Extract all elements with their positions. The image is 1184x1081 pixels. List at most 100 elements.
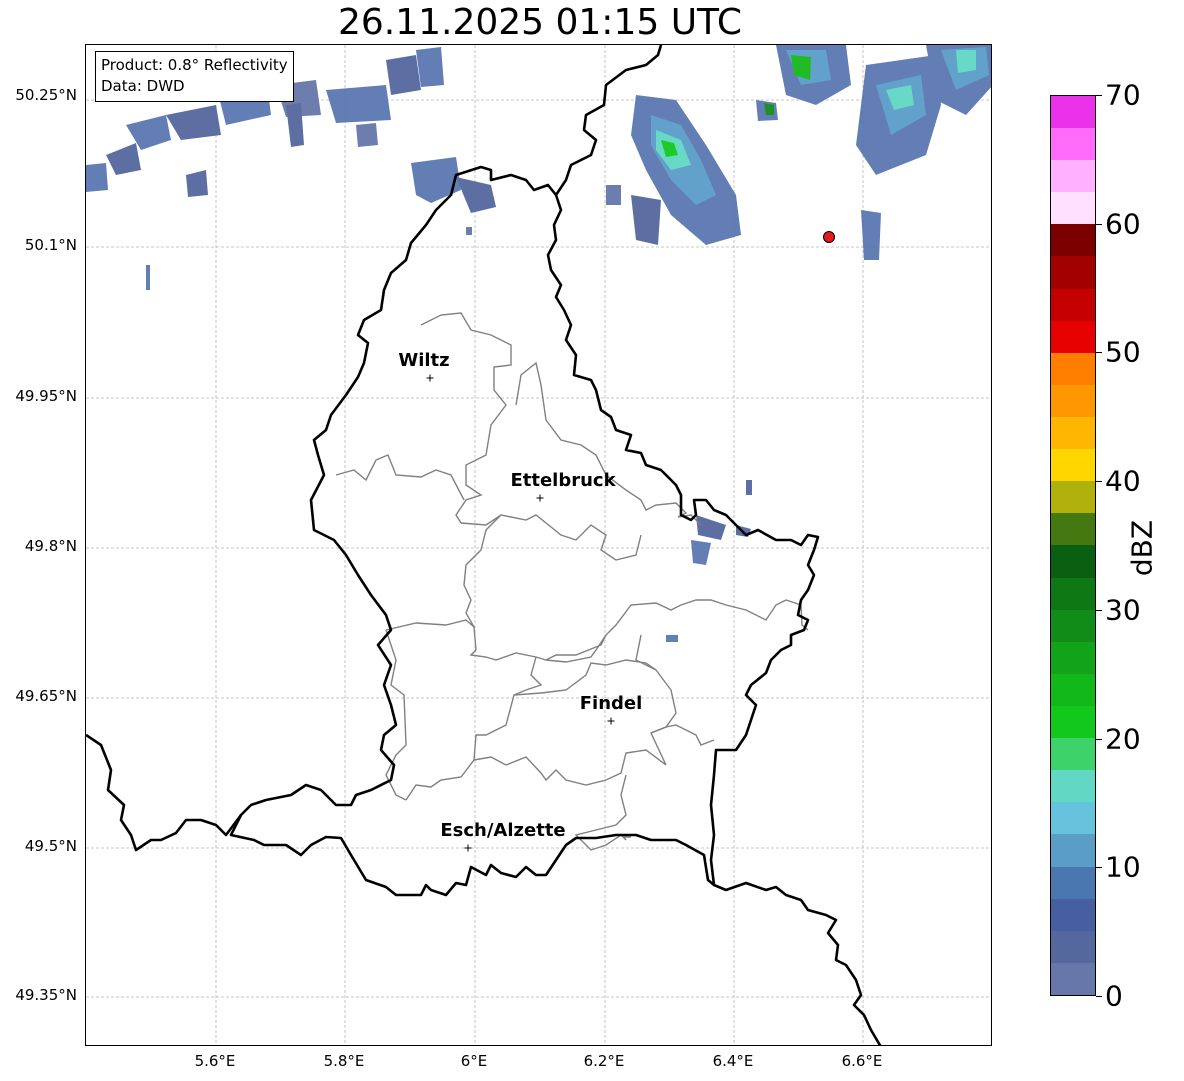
- colorbar-segment: [1051, 288, 1095, 321]
- city-label-findel: Findel: [579, 693, 643, 714]
- colorbar-segment: [1051, 866, 1095, 899]
- lon-label: 6.6°E: [841, 1052, 883, 1070]
- district-border: [420, 312, 512, 524]
- graticule: [86, 45, 991, 1045]
- colorbar-segment: [1051, 930, 1095, 963]
- colorbar-segment: [1051, 352, 1095, 385]
- colorbar-tick: [1096, 738, 1102, 740]
- colorbar-tick-label: 0: [1105, 979, 1123, 1013]
- district-border: [513, 659, 657, 696]
- colorbar-unit-label: dBZ: [1125, 519, 1159, 577]
- colorbar-tick: [1096, 95, 1102, 96]
- echo-cell: [386, 55, 421, 95]
- colorbar-tick-label: 50: [1105, 335, 1141, 369]
- germany-border: [713, 881, 882, 1045]
- colorbar-segment: [1051, 770, 1095, 803]
- colorbar-segment: [1051, 545, 1095, 578]
- colorbar-segment: [1051, 738, 1095, 771]
- lon-label: 6.2°E: [583, 1052, 625, 1070]
- district-border: [640, 499, 702, 526]
- map-title: 26.11.2025 01:15 UTC: [337, 2, 743, 43]
- lat-label: 50.25°N: [15, 86, 77, 104]
- district-border: [473, 724, 715, 786]
- echo-cell: [326, 85, 391, 123]
- colorbar: [1050, 95, 1096, 996]
- echo-cell: [286, 103, 304, 147]
- map-panel[interactable]: [85, 44, 992, 1046]
- colorbar-segment: [1051, 256, 1095, 289]
- colorbar-tick: [1096, 996, 1102, 997]
- colorbar-tick: [1096, 867, 1102, 869]
- district-borders: [335, 312, 809, 851]
- echo-cell: [86, 163, 108, 192]
- colorbar-segment: [1051, 513, 1095, 546]
- radar-echoes: [86, 45, 991, 642]
- echo-cell: [666, 635, 678, 642]
- city-marker-ettelbruck: [536, 494, 544, 502]
- radar-map: [86, 45, 991, 1045]
- lat-label: 49.8°N: [24, 537, 77, 555]
- lon-label: 5.6°E: [194, 1052, 236, 1070]
- data-source-label: Data: DWD: [101, 77, 185, 95]
- city-label-esch-alzette: Esch/Alzette: [440, 820, 566, 841]
- district-border: [405, 759, 475, 801]
- colorbar-tick-label: 60: [1105, 207, 1141, 241]
- lon-label: 6.4°E: [712, 1052, 754, 1070]
- colorbar-segment: [1051, 95, 1095, 129]
- colorbar-segment: [1051, 609, 1095, 642]
- lat-label: 49.5°N: [24, 837, 77, 855]
- colorbar-segment: [1051, 384, 1095, 418]
- district-border: [335, 454, 465, 501]
- echo-cell: [166, 105, 221, 140]
- echo-cell: [956, 50, 976, 73]
- echo-cell: [106, 143, 141, 175]
- colorbar-segment: [1051, 449, 1095, 482]
- france-border: [86, 733, 243, 852]
- echo-cell: [691, 540, 711, 565]
- luxembourg-border: [229, 165, 820, 897]
- colorbar-segment: [1051, 706, 1095, 739]
- colorbar-segment: [1051, 481, 1095, 514]
- lat-label: 49.35°N: [15, 986, 77, 1004]
- colorbar-segment: [1051, 192, 1095, 225]
- echo-cell: [861, 210, 881, 260]
- colorbar-segment: [1051, 320, 1095, 353]
- lon-label: 5.8°E: [323, 1052, 365, 1070]
- city-marker-esch-alzette: [464, 844, 472, 852]
- colorbar-tick-label: 30: [1105, 593, 1141, 627]
- echo-cell: [456, 177, 496, 213]
- district-border: [385, 629, 407, 801]
- colorbar-tick: [1096, 481, 1102, 483]
- colorbar-segment: [1051, 898, 1095, 931]
- city-label-ettelbruck: Ettelbruck: [510, 470, 616, 491]
- lat-label: 49.95°N: [15, 387, 77, 405]
- colorbar-segment: [1051, 641, 1095, 674]
- district-border: [473, 656, 543, 761]
- lat-label: 50.1°N: [24, 236, 77, 254]
- echo-cell: [631, 195, 661, 245]
- colorbar-segment: [1051, 224, 1095, 257]
- district-border: [460, 514, 642, 561]
- echo-cell: [416, 47, 444, 87]
- city-label-wiltz: Wiltz: [398, 350, 450, 371]
- colorbar-tick: [1096, 609, 1102, 611]
- colorbar-segment: [1051, 417, 1095, 450]
- colorbar-segment: [1051, 962, 1095, 995]
- echo-cell: [606, 185, 621, 205]
- product-label: Product: 0.8° Reflectivity: [101, 56, 288, 74]
- colorbar-segment: [1051, 128, 1095, 161]
- colorbar-tick: [1096, 223, 1102, 225]
- colorbar-tick-label: 40: [1105, 464, 1141, 498]
- info-box: Product: 0.8° Reflectivity Data: DWD: [95, 51, 294, 102]
- radar-site-marker: [823, 231, 835, 243]
- colorbar-tick-label: 70: [1105, 78, 1141, 112]
- lat-label: 49.65°N: [15, 687, 77, 705]
- district-border: [635, 634, 677, 734]
- echo-cell: [696, 515, 726, 540]
- echo-cell: [356, 123, 378, 147]
- district-border: [385, 599, 809, 661]
- city-marker-wiltz: [426, 374, 434, 382]
- echo-cell: [466, 227, 472, 235]
- colorbar-tick-label: 20: [1105, 722, 1141, 756]
- district-border: [463, 514, 502, 628]
